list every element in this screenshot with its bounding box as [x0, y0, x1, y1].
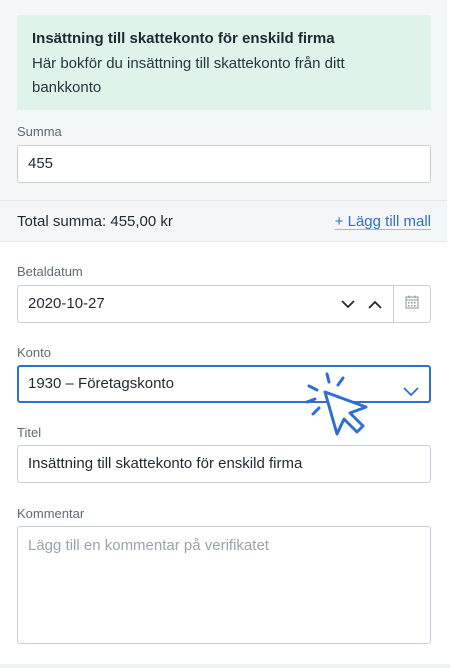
calendar-icon — [405, 295, 419, 314]
total-sum: Total summa: 455,00 kr — [17, 213, 173, 230]
konto-label: Konto — [17, 345, 51, 360]
summa-input[interactable]: 455 — [17, 145, 431, 183]
info-title: Insättning till skattekonto för enskild … — [32, 30, 335, 47]
summa-label: Summa — [17, 124, 62, 139]
kommentar-textarea[interactable]: Lägg till en kommentar på verifikatet — [17, 526, 431, 644]
kommentar-label: Kommentar — [17, 506, 85, 521]
betaldatum-label: Betaldatum — [17, 264, 83, 279]
date-field: 2020-10-27 — [17, 285, 431, 323]
chevron-up-icon[interactable] — [366, 295, 384, 313]
konto-value: 1930 – Företagskonto — [28, 375, 174, 392]
calendar-button[interactable] — [393, 285, 431, 323]
date-input[interactable]: 2020-10-27 — [17, 285, 394, 323]
chevron-down-icon — [403, 376, 421, 397]
chevron-down-icon[interactable] — [339, 295, 357, 313]
total-bar: Total summa: 455,00 kr + Lägg till mall — [0, 200, 447, 242]
add-template-link[interactable]: + Lägg till mall — [335, 212, 431, 232]
kommentar-placeholder: Lägg till en kommentar på verifikatet — [28, 537, 269, 554]
pointer-cursor-icon — [305, 372, 368, 436]
info-box: Insättning till skattekonto för enskild … — [17, 15, 431, 110]
bottom-divider — [0, 664, 450, 668]
titel-label: Titel — [17, 425, 42, 440]
info-text: Här bokför du insättning till skattekont… — [32, 55, 345, 96]
top-section: Insättning till skattekonto för enskild … — [0, 0, 447, 200]
titel-input[interactable]: Insättning till skattekonto för enskild … — [17, 445, 431, 483]
date-value: 2020-10-27 — [28, 295, 105, 312]
